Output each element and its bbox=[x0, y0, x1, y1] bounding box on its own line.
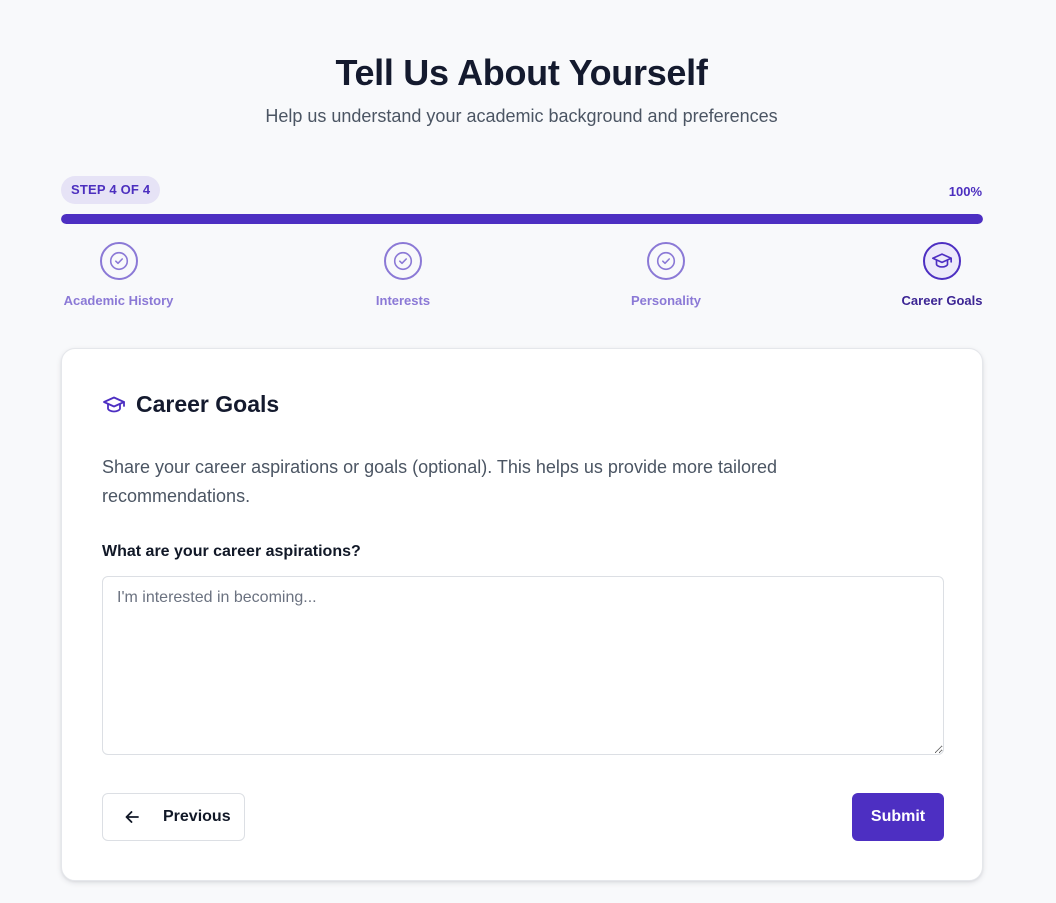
progress-percent: 100% bbox=[948, 184, 982, 199]
graduation-cap-icon bbox=[932, 253, 952, 268]
stepper-step-interests[interactable]: Interests bbox=[365, 242, 441, 308]
check-circle-icon bbox=[393, 251, 413, 271]
check-circle-icon bbox=[656, 251, 676, 271]
stepper-step-career-goals[interactable]: Career Goals bbox=[898, 242, 986, 308]
step-completed-indicator bbox=[384, 242, 422, 280]
progress-bar-fill bbox=[61, 214, 983, 224]
card-description: Share your career aspirations or goals (… bbox=[102, 457, 778, 506]
previous-button-label: Previous bbox=[163, 808, 231, 825]
step-badge: STEP 4 OF 4 bbox=[61, 176, 161, 204]
career-aspirations-input[interactable] bbox=[102, 576, 944, 755]
stepper-step-label: Academic History bbox=[63, 293, 174, 308]
career-aspirations-label: What are your career aspirations? bbox=[102, 543, 361, 560]
page-subtitle: Help us understand your academic backgro… bbox=[265, 106, 778, 126]
step-completed-indicator bbox=[647, 242, 685, 280]
card-title: Career Goals bbox=[136, 391, 280, 417]
graduation-cap-icon bbox=[103, 396, 125, 412]
stepper-step-label: Career Goals bbox=[901, 293, 983, 308]
stepper-step-academic-history[interactable]: Academic History bbox=[61, 242, 176, 308]
previous-button[interactable]: Previous bbox=[102, 793, 245, 841]
arrow-left-icon bbox=[125, 811, 139, 823]
submit-button[interactable]: Submit bbox=[852, 793, 944, 841]
step-active-indicator bbox=[923, 242, 961, 280]
step-completed-indicator bbox=[99, 242, 138, 280]
card-heading: Career Goals bbox=[102, 391, 279, 418]
stepper-step-label: Interests bbox=[375, 293, 431, 308]
check-circle-icon bbox=[109, 251, 128, 271]
stepper-step-label: Personality bbox=[630, 293, 702, 308]
stepper-step-personality[interactable]: Personality bbox=[626, 242, 706, 308]
page-title: Tell Us About Yourself bbox=[335, 52, 708, 93]
progress-bar bbox=[61, 214, 983, 224]
career-goals-card: Career Goals Share your career aspiratio… bbox=[61, 348, 983, 881]
